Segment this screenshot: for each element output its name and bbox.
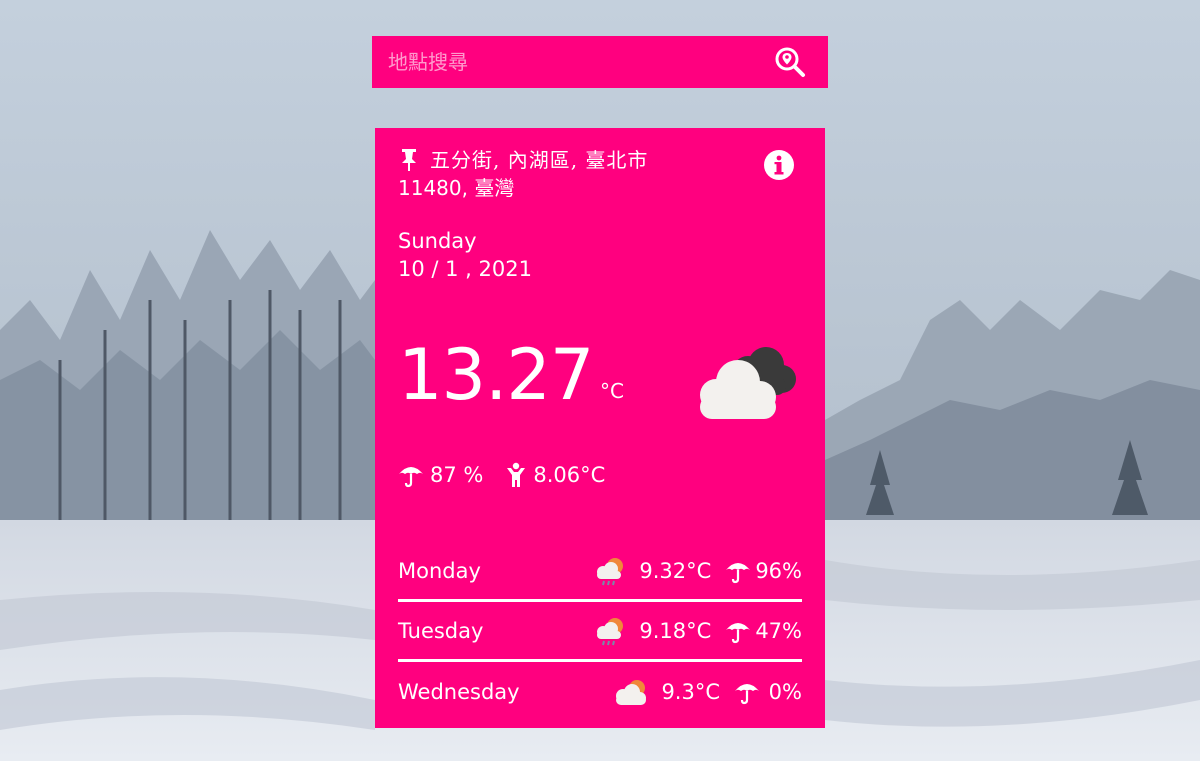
date-block: Sunday 10 / 1 , 2021	[398, 227, 802, 283]
forecast-temp: 9.18°C	[639, 618, 712, 643]
forecast-row-monday: Monday 9.32°C 96%	[398, 542, 802, 602]
current-weather: 13.27 °C	[398, 327, 802, 467]
umbrella-icon	[726, 562, 751, 583]
forecast-row-wednesday: Wednesday 9.3°C 0%	[398, 662, 802, 722]
forecast-rain: 0%	[768, 680, 802, 704]
sun-rain-icon	[597, 617, 624, 645]
info-icon[interactable]	[762, 148, 796, 182]
temperature-unit: °C	[600, 379, 624, 403]
forecast-day: Wednesday	[398, 680, 520, 704]
forecast-temp: 9.3°C	[661, 680, 720, 704]
current-temperature: 13.27	[398, 334, 594, 416]
sun-rain-icon	[597, 557, 624, 585]
location-address: 五分街, 內湖區, 臺北市	[430, 148, 649, 172]
forecast-day: Tuesday	[398, 618, 484, 643]
forecast-day: Monday	[398, 558, 481, 583]
forecast-rain: 96%	[755, 558, 802, 583]
pushpin-icon	[402, 149, 416, 171]
search-bar	[372, 36, 828, 88]
forecast-rain: 47%	[755, 618, 802, 643]
cloudy-icon	[700, 347, 796, 419]
location-search-icon	[775, 47, 805, 77]
location-search-button[interactable]	[772, 44, 808, 80]
date: 10 / 1 , 2021	[398, 257, 532, 281]
weather-card: 五分街, 內湖區, 臺北市 11480, 臺灣 Sunday 10 / 1 , …	[375, 128, 825, 728]
forecast-temp: 9.32°C	[639, 558, 712, 583]
forecast-row-tuesday: Tuesday 9.18°C 47%	[398, 602, 802, 662]
weekday: Sunday	[398, 229, 477, 253]
partly-cloudy-icon	[616, 680, 647, 705]
umbrella-icon	[735, 684, 759, 705]
umbrella-icon	[726, 622, 751, 643]
location-postal: 11480, 臺灣	[398, 176, 515, 200]
search-input[interactable]	[388, 42, 772, 82]
forecast-list: Monday 9.32°C 96% Tuesday 9.18°C 47% Wed…	[398, 542, 802, 722]
location-block: 五分街, 內湖區, 臺北市	[398, 146, 802, 180]
